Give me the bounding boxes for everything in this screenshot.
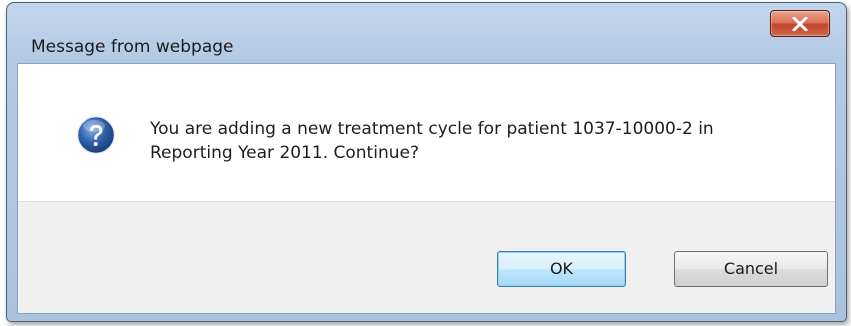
- message-line-2: Reporting Year 2011. Continue?: [150, 143, 419, 163]
- message-dialog: Message from webpage You are adding a ne…: [6, 2, 847, 322]
- dialog-title: Message from webpage: [31, 37, 234, 57]
- message-line-1: You are adding a new treatment cycle for…: [150, 119, 714, 139]
- message-panel: You are adding a new treatment cycle for…: [18, 64, 835, 201]
- cancel-button[interactable]: Cancel: [674, 251, 828, 287]
- question-icon: [76, 115, 116, 155]
- dialog-titlebar[interactable]: Message from webpage: [7, 3, 846, 57]
- close-button[interactable]: [770, 10, 830, 37]
- ok-button[interactable]: OK: [497, 251, 626, 287]
- message-text: You are adding a new treatment cycle for…: [150, 117, 790, 165]
- close-x-icon: [792, 17, 808, 31]
